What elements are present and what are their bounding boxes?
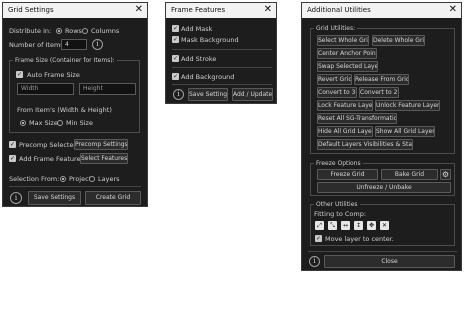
unlock-feature-layers-button[interactable]: Unlock Feature Layers	[375, 100, 440, 111]
add-update-button[interactable]: Add / Update	[232, 88, 273, 101]
ff-save-settings-button[interactable]: Save Settings	[188, 88, 228, 101]
frame-features-separator	[172, 84, 272, 85]
mask-background-checkbox[interactable]: ✓	[172, 36, 179, 43]
fit-width-icon[interactable]: ↔	[341, 221, 350, 230]
bake-grid-button[interactable]: Bake Grid	[381, 169, 438, 180]
grid-settings-separator	[9, 186, 141, 187]
grid-settings-title: Grid Settings	[8, 6, 54, 14]
delete-whole-grid-button[interactable]: Delete Whole Grid	[372, 35, 425, 46]
layers-label: Layers	[98, 175, 120, 183]
additional-utilities-panel: Additional Utilities ✕ Grid Utilities: S…	[301, 2, 462, 271]
auto-frame-checkbox[interactable]: ✓	[16, 71, 23, 78]
freeze-options-label: Freeze Options	[314, 160, 363, 167]
frame-features-titlebar: Frame Features ✕	[166, 3, 276, 18]
reset-sg-transformation-button[interactable]: Reset All SG-Transformation	[317, 113, 397, 124]
frame-features-separator	[172, 49, 272, 50]
default-layers-visibilities-button[interactable]: Default Layers Visibilities & States	[317, 139, 413, 150]
info-icon[interactable]: i	[10, 192, 22, 204]
distribute-label: Distribute in:	[9, 27, 52, 35]
gear-icon[interactable]: ⚙	[440, 169, 451, 180]
add-mask-checkbox[interactable]: ✓	[172, 25, 179, 32]
hide-all-grid-layers-button[interactable]: Hide All Grid Layers	[317, 126, 373, 137]
add-frame-label: Add Frame Features	[19, 155, 84, 163]
unfreeze-unbake-button[interactable]: Unfreeze / Unbake	[317, 182, 451, 193]
swap-selected-layers-button[interactable]: Swap Selected Layers	[317, 61, 378, 72]
fit-both-icon[interactable]: ⤡	[328, 221, 337, 230]
info-icon[interactable]: i	[173, 89, 184, 100]
width-input[interactable]: Width	[17, 83, 74, 95]
save-settings-button[interactable]: Save Settings	[28, 191, 81, 205]
show-all-grid-layers-button[interactable]: Show All Grid Layers	[375, 126, 435, 137]
precomp-label: Precomp Selected	[19, 141, 78, 149]
add-background-checkbox[interactable]: ✓	[172, 73, 179, 80]
convert-to-3d-button[interactable]: Convert to 3D	[317, 87, 357, 98]
add-stroke-checkbox[interactable]: ✓	[172, 55, 179, 62]
precomp-settings-button[interactable]: Precomp Settings	[74, 139, 128, 150]
grid-settings-panel: Grid Settings ✕ Distribute in: Rows Colu…	[2, 2, 148, 207]
add-mask-label: Add Mask	[181, 25, 213, 33]
selection-from-label: Selection From:	[9, 175, 60, 183]
fit-height-icon[interactable]: ↕	[354, 221, 363, 230]
fit-to-comp-icon[interactable]: ⤢	[315, 221, 324, 230]
grid-settings-titlebar: Grid Settings ✕	[3, 3, 147, 18]
rows-radio[interactable]	[56, 28, 62, 34]
additional-utilities-title: Additional Utilities	[307, 6, 371, 14]
rows-label: Rows	[65, 27, 82, 35]
revert-grid-button[interactable]: Revert Grid	[317, 74, 352, 85]
convert-to-2d-button[interactable]: Convert to 2D	[359, 87, 399, 98]
project-radio[interactable]	[60, 176, 66, 182]
precomp-checkbox[interactable]: ✓	[9, 141, 16, 148]
close-icon[interactable]: ✕	[135, 4, 143, 16]
other-utilities-label: Other Utilities	[314, 201, 360, 208]
frame-size-group-label: Frame Size (Container for Items):	[13, 57, 117, 64]
max-size-label: Max Size	[29, 119, 58, 127]
num-items-label: Number of Items:	[9, 41, 66, 49]
move-layer-center-checkbox[interactable]: ✓	[315, 235, 322, 242]
min-size-label: Min Size	[66, 119, 93, 127]
clear-fit-icon[interactable]: ✕	[380, 221, 389, 230]
close-button[interactable]: Close	[324, 255, 455, 268]
num-items-input[interactable]: 4	[61, 39, 87, 50]
height-input[interactable]: Height	[79, 83, 136, 95]
project-label: Project	[69, 175, 92, 183]
grid-utilities-label: Grid Utilities:	[314, 25, 358, 32]
max-size-radio[interactable]	[20, 120, 26, 126]
mask-background-label: Mask Background	[181, 36, 239, 44]
close-icon[interactable]: ✕	[264, 4, 272, 16]
add-stroke-label: Add Stroke	[181, 55, 217, 63]
frame-features-title: Frame Features	[171, 6, 226, 14]
utilities-separator	[308, 251, 457, 252]
min-size-radio[interactable]	[57, 120, 63, 126]
fitting-label: Fitting to Comp:	[314, 210, 367, 218]
center-move-icon[interactable]: ✥	[367, 221, 376, 230]
center-anchor-points-button[interactable]: Center Anchor Points	[317, 48, 377, 59]
columns-radio[interactable]	[82, 28, 88, 34]
frame-features-panel: Frame Features ✕ ✓ Add Mask ✓ Mask Backg…	[165, 2, 277, 104]
item-size-label: From Item's (Width & Height)	[17, 106, 112, 114]
frame-features-separator	[172, 67, 272, 68]
freeze-grid-button[interactable]: Freeze Grid	[317, 169, 378, 180]
create-grid-button[interactable]: Create Grid	[85, 191, 141, 205]
layers-radio[interactable]	[89, 176, 95, 182]
lock-feature-layers-button[interactable]: Lock Feature Layers	[317, 100, 373, 111]
select-features-button[interactable]: Select Features	[80, 153, 128, 164]
info-icon[interactable]: i	[309, 256, 320, 267]
add-frame-checkbox[interactable]: ✓	[9, 155, 16, 162]
additional-utilities-titlebar: Additional Utilities ✕	[302, 3, 461, 18]
move-layer-center-label: Move layer to center.	[325, 235, 394, 243]
close-icon[interactable]: ✕	[449, 4, 457, 16]
add-background-label: Add Background	[181, 73, 235, 81]
auto-frame-label: Auto Frame Size	[27, 71, 80, 79]
info-icon[interactable]: i	[92, 39, 103, 50]
release-from-grid-button[interactable]: Release From Grid	[354, 74, 409, 85]
select-whole-grid-button[interactable]: Select Whole Grid	[317, 35, 369, 46]
columns-label: Columns	[91, 27, 120, 35]
